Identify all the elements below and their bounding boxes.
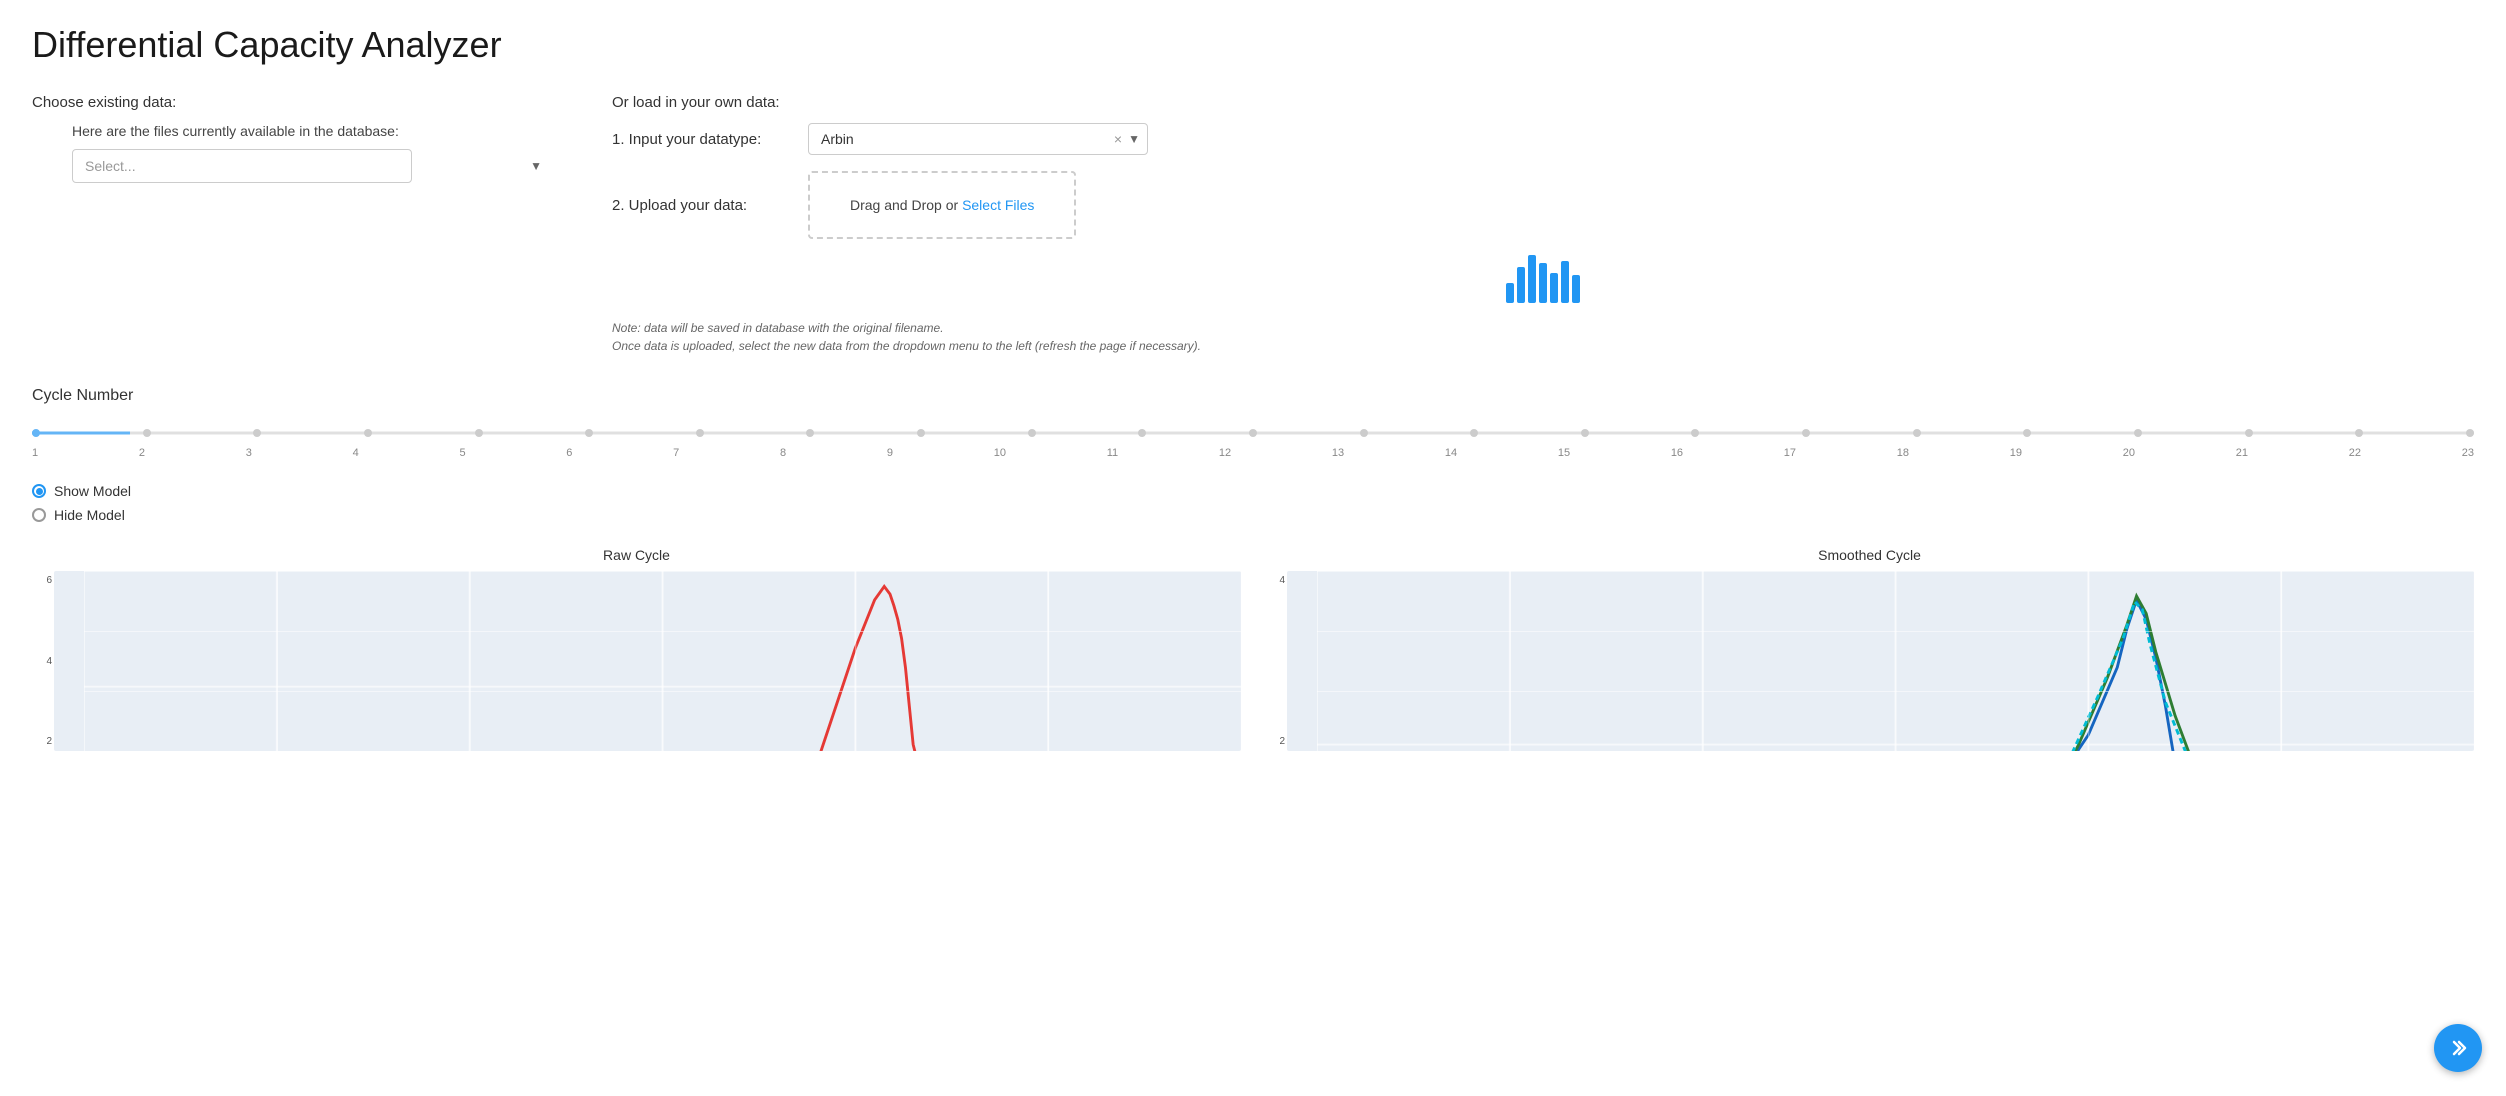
right-panel: Or load in your own data: 1. Input your … — [612, 94, 2474, 355]
waveform-bar-7 — [1572, 275, 1580, 303]
raw-cycle-chart-area — [54, 571, 1241, 751]
tick-label-9: 9 — [887, 447, 893, 459]
waveform-bar-5 — [1550, 273, 1558, 303]
smoothed-cycle-chart-area — [1287, 571, 2474, 751]
datatype-select-wrapper: Arbin Maccor Biologic × ▼ — [808, 123, 1148, 155]
raw-cycle-title: Raw Cycle — [32, 547, 1241, 563]
smoothed-y-label-4: 4 — [1279, 575, 1285, 586]
upload-dropzone[interactable]: Drag and Drop or Select Files — [808, 171, 1076, 239]
upload-row: 2. Upload your data: Drag and Drop or Se… — [612, 171, 2474, 239]
raw-y-label-2: 2 — [46, 736, 52, 747]
tick-label-21: 21 — [2236, 447, 2248, 459]
hide-model-option[interactable]: Hide Model — [32, 507, 2474, 523]
tick-label-4: 4 — [353, 447, 359, 459]
smoothed-cycle-title: Smoothed Cycle — [1265, 547, 2474, 563]
tick-label-3: 3 — [246, 447, 252, 459]
waveform-bar-2 — [1517, 267, 1525, 303]
smoothed-chart-inner — [1317, 571, 2474, 751]
tick-label-2: 2 — [139, 447, 145, 459]
waveform-icon — [612, 255, 2474, 303]
smoothed-cycle-svg — [1317, 571, 2474, 751]
tick-label-20: 20 — [2123, 447, 2135, 459]
charts-row: Raw Cycle 6 4 2 — [32, 547, 2474, 751]
tick-label-1: 1 — [32, 447, 38, 459]
upload-drag-text: Drag and Drop or — [850, 197, 962, 213]
page-title: Differential Capacity Analyzer — [32, 24, 2474, 66]
tick-label-15: 15 — [1558, 447, 1570, 459]
tick-label-11: 11 — [1107, 447, 1118, 459]
smoothed-y-label-2: 2 — [1279, 736, 1285, 747]
tick-label-17: 17 — [1784, 447, 1796, 459]
select-files-link[interactable]: Select Files — [962, 197, 1034, 213]
tick-label-12: 12 — [1219, 447, 1231, 459]
hide-model-radio[interactable] — [32, 508, 46, 522]
existing-data-select-wrapper: Select... ▼ — [72, 149, 552, 183]
tick-label-13: 13 — [1332, 447, 1344, 459]
step2-label: 2. Upload your data: — [612, 197, 792, 214]
waveform-bar-3 — [1528, 255, 1536, 303]
datatype-select[interactable]: Arbin Maccor Biologic — [808, 123, 1148, 155]
select-dropdown-arrow-icon: ▼ — [530, 159, 542, 173]
raw-cycle-chart-container: Raw Cycle 6 4 2 — [32, 547, 1241, 751]
choose-data-label: Choose existing data: — [32, 94, 552, 111]
database-files-label: Here are the files currently available i… — [32, 123, 552, 139]
raw-chart-inner — [84, 571, 1241, 751]
cycle-number-title: Cycle Number — [32, 387, 2474, 405]
show-model-option[interactable]: Show Model — [32, 483, 2474, 499]
tick-label-5: 5 — [459, 447, 465, 459]
nav-arrow-button[interactable] — [2434, 1024, 2482, 1072]
note-text: Note: data will be saved in database wit… — [612, 319, 1212, 355]
tick-label-10: 10 — [994, 447, 1006, 459]
tick-label-14: 14 — [1445, 447, 1457, 459]
tick-label-22: 22 — [2349, 447, 2361, 459]
tick-label-8: 8 — [780, 447, 786, 459]
tick-label-23: 23 — [2462, 447, 2474, 459]
show-model-radio[interactable] — [32, 484, 46, 498]
datatype-row: 1. Input your datatype: Arbin Maccor Bio… — [612, 123, 2474, 155]
left-panel: Choose existing data: Here are the files… — [32, 94, 552, 355]
tick-label-18: 18 — [1897, 447, 1909, 459]
raw-y-label-4: 4 — [46, 656, 52, 667]
existing-data-select[interactable]: Select... — [72, 149, 412, 183]
smoothed-cycle-chart-container: Smoothed Cycle 4 2 — [1265, 547, 2474, 751]
tick-label-7: 7 — [673, 447, 679, 459]
raw-cycle-svg — [84, 571, 1241, 751]
raw-y-axis: 6 4 2 — [32, 571, 54, 751]
step1-label: 1. Input your datatype: — [612, 131, 792, 148]
show-model-label: Show Model — [54, 483, 131, 499]
raw-y-label-6: 6 — [46, 575, 52, 586]
load-own-data-label: Or load in your own data: — [612, 94, 2474, 111]
tick-label-16: 16 — [1671, 447, 1683, 459]
cycle-section: Cycle Number — [32, 387, 2474, 459]
model-options: Show Model Hide Model — [32, 483, 2474, 523]
smoothed-y-axis: 4 2 — [1265, 571, 1287, 751]
waveform-bar-1 — [1506, 283, 1514, 303]
tick-label-6: 6 — [566, 447, 572, 459]
datatype-clear-icon[interactable]: × — [1114, 131, 1122, 147]
waveform-bar-4 — [1539, 263, 1547, 303]
tick-label-19: 19 — [2010, 447, 2022, 459]
hide-model-label: Hide Model — [54, 507, 125, 523]
nav-arrow-icon — [2448, 1038, 2468, 1058]
waveform-bar-6 — [1561, 261, 1569, 303]
